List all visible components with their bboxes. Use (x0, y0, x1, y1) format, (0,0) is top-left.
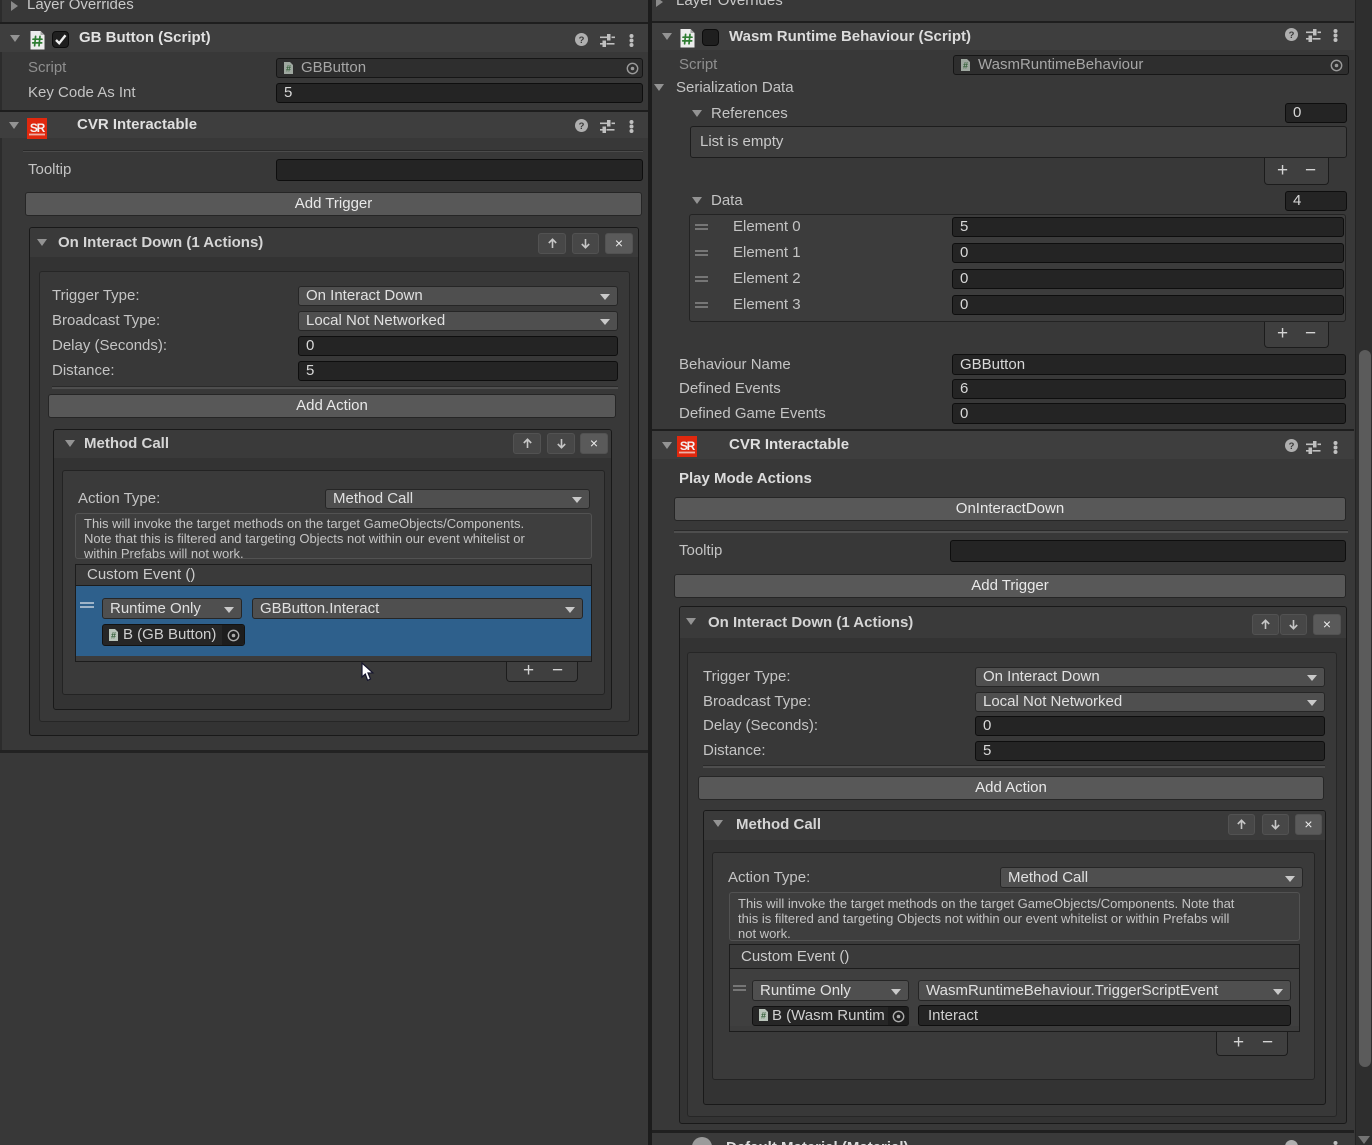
svg-text:?: ? (579, 121, 585, 132)
svg-text:SR: SR (680, 439, 696, 453)
svg-text:#: # (761, 1011, 766, 1021)
svg-text:?: ? (1289, 441, 1295, 452)
svg-text:SR: SR (30, 121, 46, 135)
svg-text:#: # (963, 61, 968, 71)
svg-text:#: # (111, 631, 116, 641)
svg-text:?: ? (579, 35, 585, 46)
svg-text:#: # (286, 64, 291, 74)
svg-text:?: ? (1289, 30, 1295, 41)
